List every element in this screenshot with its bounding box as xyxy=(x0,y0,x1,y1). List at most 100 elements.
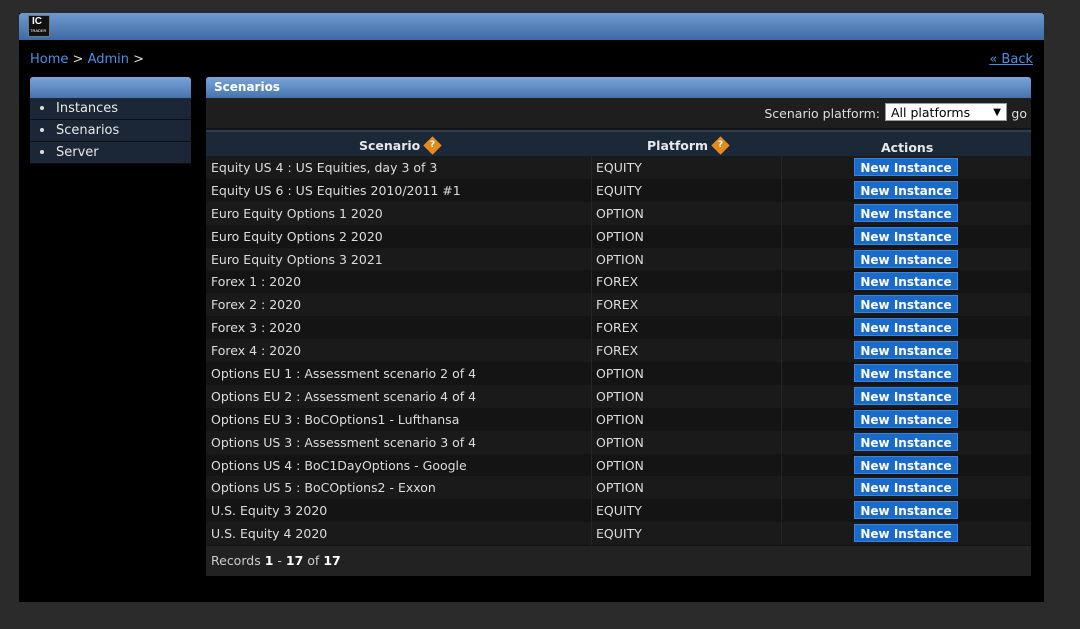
help-icon[interactable]: ? xyxy=(711,136,730,155)
scenario-name: Options US 5 : BoCOptions2 - Exxon xyxy=(211,480,436,496)
platform-value: OPTION xyxy=(596,366,644,382)
table-row: Equity US 6 : US Equities 2010/2011 #1 EQ… xyxy=(206,178,1031,202)
new-instance-button[interactable]: New Instance xyxy=(854,501,958,520)
new-instance-button[interactable]: New Instance xyxy=(854,409,958,428)
platform-value: EQUITY xyxy=(596,182,642,198)
sidebar-item-server[interactable]: Server xyxy=(30,142,191,164)
column-divider xyxy=(591,293,592,317)
scenario-name: Forex 2 : 2020 xyxy=(211,297,302,313)
new-instance-button[interactable]: New Instance xyxy=(854,455,958,474)
column-divider xyxy=(591,339,592,363)
scenario-name: Forex 1 : 2020 xyxy=(211,274,302,290)
column-divider xyxy=(591,362,592,385)
column-divider xyxy=(781,178,782,202)
app-frame: IC TRADER Home > Admin > « Back Instance… xyxy=(19,13,1044,602)
new-instance-button[interactable]: New Instance xyxy=(854,180,958,199)
back-link[interactable]: « Back xyxy=(989,52,1033,67)
scenario-name: Forex 4 : 2020 xyxy=(211,343,302,359)
scenario-name: U.S. Equity 4 2020 xyxy=(211,526,328,542)
table-row: Options EU 2 : Assessment scenario 4 of … xyxy=(206,384,1031,408)
ic-trader-logo[interactable]: IC TRADER xyxy=(28,15,50,37)
scenario-name: Equity US 6 : US Equities 2010/2011 #1 xyxy=(211,182,461,198)
bullet-icon xyxy=(40,149,44,154)
new-instance-button[interactable]: New Instance xyxy=(854,478,958,497)
new-instance-button[interactable]: New Instance xyxy=(854,272,958,291)
column-divider xyxy=(781,384,782,408)
new-instance-button[interactable]: New Instance xyxy=(854,295,958,314)
column-divider xyxy=(781,316,782,340)
sidebar-header xyxy=(30,77,191,98)
platform-value: FOREX xyxy=(596,274,639,290)
platform-value: OPTION xyxy=(596,205,644,221)
chevron-down-icon: ▼ xyxy=(993,107,1001,118)
column-divider xyxy=(591,247,592,271)
table-row: Forex 2 : 2020 FOREX New Instance xyxy=(206,293,1031,317)
new-instance-button[interactable]: New Instance xyxy=(854,432,958,451)
column-divider xyxy=(781,430,782,454)
platform-value: OPTION xyxy=(596,457,644,473)
table-row: Euro Equity Options 3 2021 OPTION New Inst… xyxy=(206,247,1031,271)
breadcrumb-admin[interactable]: Admin xyxy=(88,52,129,67)
new-instance-button[interactable]: New Instance xyxy=(854,386,958,405)
platform-value: FOREX xyxy=(596,320,639,336)
new-instance-button[interactable]: New Instance xyxy=(854,226,958,245)
table-header: Scenario? Platform? Actions xyxy=(206,130,1031,156)
new-instance-button[interactable]: New Instance xyxy=(854,249,958,268)
scenario-table-body: Equity US 4 : US Equities, day 3 of 3 EQU… xyxy=(206,156,1031,546)
platform-value: OPTION xyxy=(596,251,644,267)
new-instance-button[interactable]: New Instance xyxy=(854,524,958,543)
table-row: U.S. Equity 4 2020 EQUITY New Instance xyxy=(206,522,1031,546)
table-row: Options EU 3 : BoCOptions1 - Lufthansa OP… xyxy=(206,407,1031,431)
sidebar-item-instances[interactable]: Instances xyxy=(30,98,191,120)
scenario-name: Options EU 1 : Assessment scenario 2 of … xyxy=(211,366,477,382)
column-divider xyxy=(591,453,592,477)
new-instance-button[interactable]: New Instance xyxy=(854,318,958,337)
scenario-name: Options US 3 : Assessment scenario 3 of … xyxy=(211,434,477,450)
column-header-scenario[interactable]: Scenario? xyxy=(359,136,442,155)
table-row: Euro Equity Options 2 2020 OPTION New Inst… xyxy=(206,224,1031,248)
new-instance-button[interactable]: New Instance xyxy=(854,158,958,176)
platform-value: OPTION xyxy=(596,480,644,496)
new-instance-button[interactable]: New Instance xyxy=(854,203,958,222)
breadcrumb-separator: > xyxy=(133,52,145,67)
column-divider xyxy=(781,201,782,225)
table-row: Forex 3 : 2020 FOREX New Instance xyxy=(206,316,1031,340)
go-button[interactable]: go xyxy=(1011,106,1027,121)
platform-value: OPTION xyxy=(596,228,644,244)
breadcrumb-home[interactable]: Home xyxy=(30,52,68,67)
sidebar-item-scenarios[interactable]: Scenarios xyxy=(30,120,191,142)
platform-value: EQUITY xyxy=(596,160,642,175)
platform-select[interactable]: All platforms ▼ xyxy=(885,103,1007,121)
column-divider xyxy=(781,224,782,248)
scenario-name: Forex 3 : 2020 xyxy=(211,320,302,336)
table-row: Options US 5 : BoCOptions2 - Exxon OPTION… xyxy=(206,476,1031,500)
new-instance-button[interactable]: New Instance xyxy=(854,341,958,360)
help-icon[interactable]: ? xyxy=(423,136,442,155)
table-row: Euro Equity Options 1 2020 OPTION New Inst… xyxy=(206,201,1031,225)
platform-value: FOREX xyxy=(596,343,639,359)
scenario-name: Euro Equity Options 3 2021 xyxy=(211,251,383,267)
column-divider xyxy=(591,224,592,248)
table-row: Forex 4 : 2020 FOREX New Instance xyxy=(206,339,1031,363)
column-divider xyxy=(591,499,592,523)
column-divider xyxy=(781,247,782,271)
column-divider xyxy=(591,156,592,179)
column-divider xyxy=(781,362,782,385)
platform-value: OPTION xyxy=(596,388,644,404)
table-row: Options US 4 : BoC1DayOptions - Google OP… xyxy=(206,453,1031,477)
breadcrumb: Home > Admin > xyxy=(30,52,144,67)
column-divider xyxy=(591,384,592,408)
platform-value: OPTION xyxy=(596,411,644,427)
scenario-name: Options EU 2 : Assessment scenario 4 of … xyxy=(211,388,477,404)
column-divider xyxy=(591,522,592,546)
breadcrumb-separator: > xyxy=(72,52,84,67)
column-divider xyxy=(781,270,782,294)
platform-value: EQUITY xyxy=(596,503,642,519)
scenario-name: U.S. Equity 3 2020 xyxy=(211,503,328,519)
new-instance-button[interactable]: New Instance xyxy=(854,364,958,383)
column-header-platform[interactable]: Platform? xyxy=(647,136,730,155)
column-divider xyxy=(781,522,782,546)
table-row: Options US 3 : Assessment scenario 3 of … xyxy=(206,430,1031,454)
column-divider xyxy=(591,476,592,500)
bullet-icon xyxy=(40,127,44,132)
